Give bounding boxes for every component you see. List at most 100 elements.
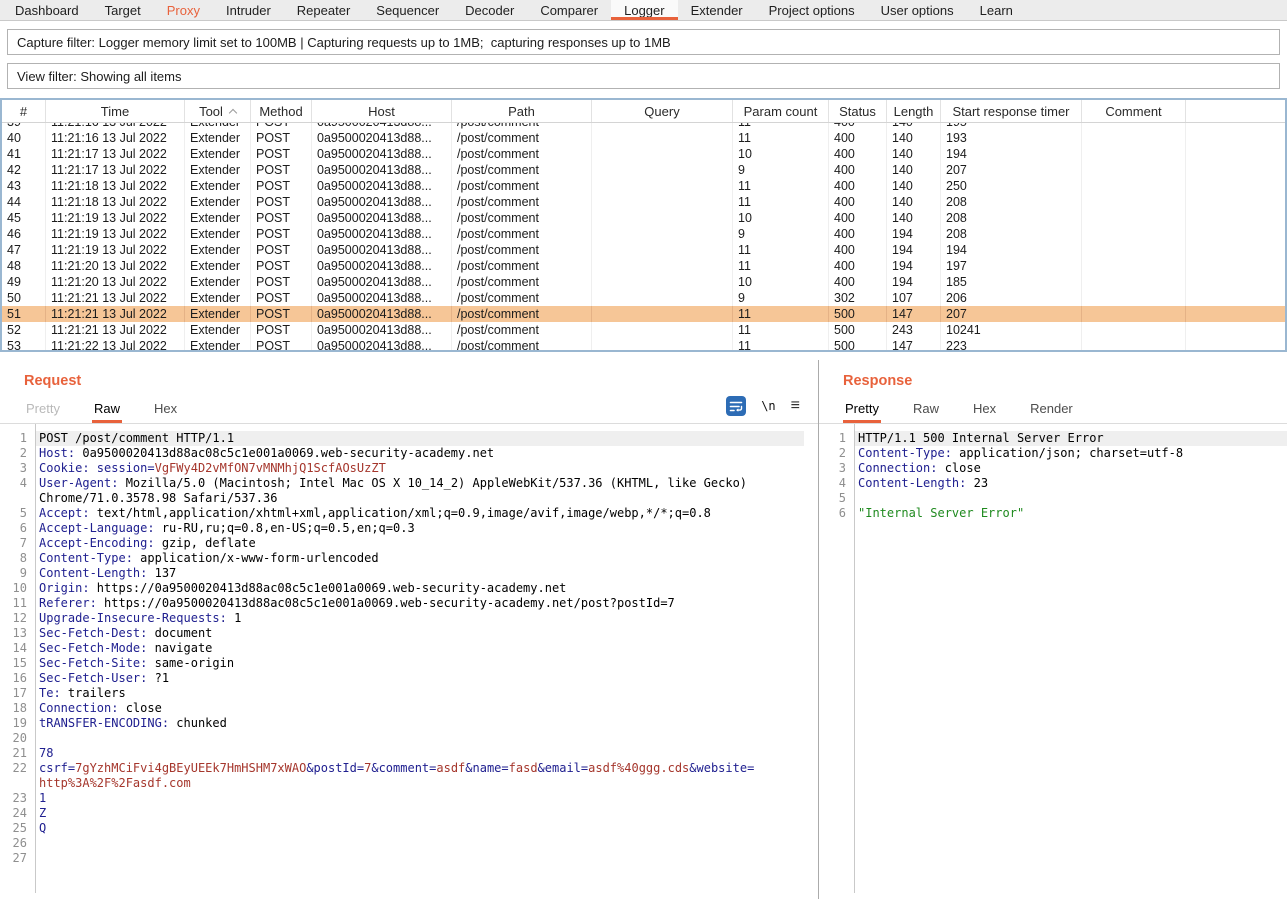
cell: 194	[941, 242, 1082, 258]
request-editor[interactable]: 1POST /post/comment HTTP/1.12Host: 0a950…	[0, 424, 818, 893]
cell: 0a9500020413d88...	[312, 274, 452, 290]
log-row-47[interactable]: 4711:21:19 13 Jul 2022ExtenderPOST0a9500…	[2, 242, 1285, 258]
tab-decoder[interactable]: Decoder	[452, 0, 527, 20]
cell: 400	[829, 123, 887, 130]
log-table-viewport[interactable]: 3911:21:16 13 Jul 2022ExtenderPOST0a9500…	[2, 123, 1285, 350]
tab-sequencer[interactable]: Sequencer	[363, 0, 452, 20]
log-table-body: 3911:21:16 13 Jul 2022ExtenderPOST0a9500…	[2, 123, 1285, 350]
cell: /post/comment	[452, 242, 592, 258]
cell: 44	[2, 194, 46, 210]
cell: 10	[733, 146, 829, 162]
tab-dashboard[interactable]: Dashboard	[2, 0, 92, 20]
column-header-query[interactable]: Query	[592, 100, 733, 122]
request-title: Request	[24, 373, 818, 389]
tab-proxy[interactable]: Proxy	[154, 0, 213, 20]
tab-project-options[interactable]: Project options	[756, 0, 868, 20]
column-header-time[interactable]: Time	[46, 100, 185, 122]
cell: 194	[887, 226, 941, 242]
cell	[1186, 194, 1285, 210]
log-row-40[interactable]: 4011:21:16 13 Jul 2022ExtenderPOST0a9500…	[2, 130, 1285, 146]
cell: 194	[887, 242, 941, 258]
newline-toggle-icon[interactable]: \n	[761, 399, 775, 413]
log-row-46[interactable]: 4611:21:19 13 Jul 2022ExtenderPOST0a9500…	[2, 226, 1285, 242]
log-row-41[interactable]: 4111:21:17 13 Jul 2022ExtenderPOST0a9500…	[2, 146, 1285, 162]
tab-learn[interactable]: Learn	[967, 0, 1026, 20]
log-row-44[interactable]: 4411:21:18 13 Jul 2022ExtenderPOST0a9500…	[2, 194, 1285, 210]
line-text: 78	[35, 746, 804, 761]
log-row-48[interactable]: 4811:21:20 13 Jul 2022ExtenderPOST0a9500…	[2, 258, 1285, 274]
log-row-49[interactable]: 4911:21:20 13 Jul 2022ExtenderPOST0a9500…	[2, 274, 1285, 290]
column-header-comment[interactable]: Comment	[1082, 100, 1186, 122]
tab-render[interactable]: Render	[1028, 398, 1075, 423]
cell: 11:21:22 13 Jul 2022	[46, 338, 185, 350]
tab-user-options[interactable]: User options	[868, 0, 967, 20]
capture-filter-bar[interactable]: Capture filter: Logger memory limit set …	[7, 29, 1280, 55]
tab-pretty[interactable]: Pretty	[24, 398, 62, 423]
cell	[592, 258, 733, 274]
tab-intruder[interactable]: Intruder	[213, 0, 284, 20]
cell	[1082, 130, 1186, 146]
column-header-method[interactable]: Method	[251, 100, 312, 122]
editor-line: 25Q	[0, 821, 818, 836]
line-number: 4	[819, 476, 854, 491]
editor-line: 8Content-Type: application/x-www-form-ur…	[0, 551, 818, 566]
tab-logger[interactable]: Logger	[611, 0, 677, 20]
line-text: tRANSFER-ENCODING: chunked	[35, 716, 804, 731]
cell	[1186, 210, 1285, 226]
column-header-start-response-timer[interactable]: Start response timer	[941, 100, 1082, 122]
cell: Extender	[185, 123, 251, 130]
line-text: Connection: close	[854, 461, 1287, 476]
line-number: 20	[0, 731, 35, 746]
word-wrap-icon[interactable]	[726, 396, 746, 416]
log-row-43[interactable]: 4311:21:18 13 Jul 2022ExtenderPOST0a9500…	[2, 178, 1285, 194]
line-text: Upgrade-Insecure-Requests: 1	[35, 611, 804, 626]
cell: 140	[887, 130, 941, 146]
line-text: Host: 0a9500020413d88ac08c5c1e001a0069.w…	[35, 446, 804, 461]
tab-raw[interactable]: Raw	[92, 398, 122, 423]
line-text: User-Agent: Mozilla/5.0 (Macintosh; Inte…	[35, 476, 804, 506]
column-header-host[interactable]: Host	[312, 100, 452, 122]
capture-filter-text: Capture filter: Logger memory limit set …	[17, 35, 671, 50]
cell	[1082, 322, 1186, 338]
log-row-53[interactable]: 5311:21:22 13 Jul 2022ExtenderPOST0a9500…	[2, 338, 1285, 350]
column-header-length[interactable]: Length	[887, 100, 941, 122]
cell: /post/comment	[452, 306, 592, 322]
column-header-tool[interactable]: Tool	[185, 100, 251, 122]
log-row-51[interactable]: 5111:21:21 13 Jul 2022ExtenderPOST0a9500…	[2, 306, 1285, 322]
log-row-45[interactable]: 4511:21:19 13 Jul 2022ExtenderPOST0a9500…	[2, 210, 1285, 226]
line-number: 19	[0, 716, 35, 731]
column-label: Start response timer	[952, 104, 1069, 119]
tab-hex[interactable]: Hex	[152, 398, 179, 423]
cell: Extender	[185, 162, 251, 178]
tab-hex[interactable]: Hex	[971, 398, 998, 423]
cell: Extender	[185, 306, 251, 322]
cell: 400	[829, 258, 887, 274]
editor-line: 1HTTP/1.1 500 Internal Server Error	[819, 431, 1287, 446]
response-editor[interactable]: 1HTTP/1.1 500 Internal Server Error2Cont…	[819, 424, 1287, 893]
log-row-39[interactable]: 3911:21:16 13 Jul 2022ExtenderPOST0a9500…	[2, 123, 1285, 130]
cell: 0a9500020413d88...	[312, 130, 452, 146]
cell	[1082, 226, 1186, 242]
log-row-42[interactable]: 4211:21:17 13 Jul 2022ExtenderPOST0a9500…	[2, 162, 1285, 178]
tab-extender[interactable]: Extender	[678, 0, 756, 20]
editor-line: 19tRANSFER-ENCODING: chunked	[0, 716, 818, 731]
log-row-52[interactable]: 5211:21:21 13 Jul 2022ExtenderPOST0a9500…	[2, 322, 1285, 338]
tab-target[interactable]: Target	[92, 0, 154, 20]
tab-pretty[interactable]: Pretty	[843, 398, 881, 423]
column-header-path[interactable]: Path	[452, 100, 592, 122]
tab-raw[interactable]: Raw	[911, 398, 941, 423]
cell: 400	[829, 242, 887, 258]
line-text: "Internal Server Error"	[854, 506, 1287, 521]
log-row-50[interactable]: 5011:21:21 13 Jul 2022ExtenderPOST0a9500…	[2, 290, 1285, 306]
tab-comparer[interactable]: Comparer	[527, 0, 611, 20]
tab-repeater[interactable]: Repeater	[284, 0, 363, 20]
column-header-[interactable]: #	[2, 100, 46, 122]
cell	[592, 162, 733, 178]
cell: 250	[941, 178, 1082, 194]
view-filter-bar[interactable]: View filter: Showing all items	[7, 63, 1280, 89]
cell: POST	[251, 258, 312, 274]
column-header-param-count[interactable]: Param count	[733, 100, 829, 122]
editor-menu-icon[interactable]: ≡	[791, 399, 800, 413]
line-text: csrf=7gYzhMCiFvi4gBEyUEEk7HmHSHM7xWAO&po…	[35, 761, 804, 791]
column-header-status[interactable]: Status	[829, 100, 887, 122]
